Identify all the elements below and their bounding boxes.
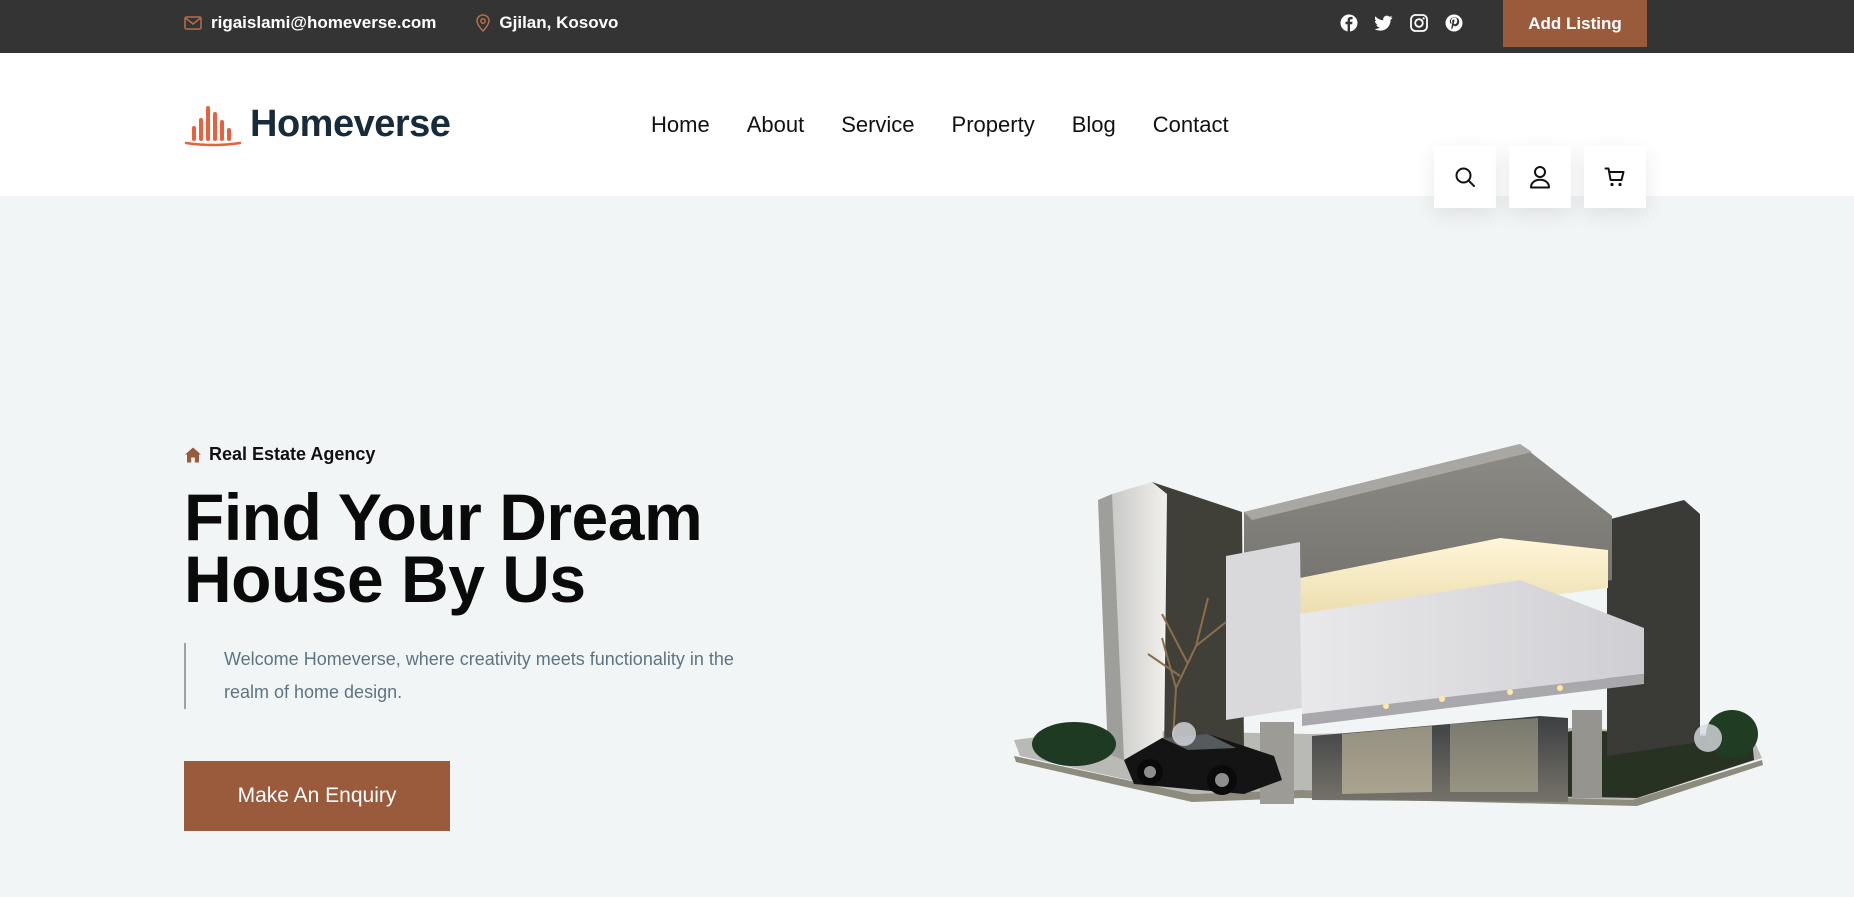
nav-service[interactable]: Service [841,112,914,138]
nav-property[interactable]: Property [952,112,1035,138]
home-icon [185,447,201,462]
logo[interactable]: Homeverse [184,53,451,196]
tagline-text: Real Estate Agency [209,444,376,464]
nav-home[interactable]: Home [651,112,710,138]
nav-contact[interactable]: Contact [1153,112,1229,138]
email-text: rigaislami@homeverse.com [211,12,437,32]
pinterest-icon[interactable] [1445,14,1463,32]
search-icon [1455,167,1475,187]
location-text: Gjilan, Kosovo [499,12,619,32]
twitter-icon[interactable] [1375,14,1393,32]
site-header: Homeverse Home About Service Property Bl… [0,53,1854,208]
logo-text: Homeverse [250,103,451,145]
make-enquiry-button[interactable]: Make An Enquiry [184,761,450,831]
logo-icon [184,105,242,146]
main-nav: Home About Service Property Blog Contact [651,53,1229,196]
house-image [1014,444,1763,806]
top-contact: rigaislami@homeverse.com Gjilan, Kosovo [184,0,618,45]
add-listing-button[interactable]: Add Listing [1503,0,1647,47]
tagline: Real Estate Agency [184,444,375,465]
nav-about[interactable]: About [747,112,805,138]
cart-icon [1604,167,1625,187]
top-bar: rigaislami@homeverse.com Gjilan, Kosovo … [0,0,1854,53]
hero-title-line2: House By Us [184,542,586,616]
nav-blog[interactable]: Blog [1072,112,1116,138]
facebook-icon[interactable] [1340,14,1358,32]
mail-icon [184,15,202,30]
email-link[interactable]: rigaislami@homeverse.com [184,13,436,33]
hero-title: Find Your Dream House By Us [184,484,703,612]
instagram-icon[interactable] [1410,13,1428,32]
location-pin-icon [476,13,491,32]
location-link[interactable]: Gjilan, Kosovo [476,13,618,33]
hero-section: Real Estate Agency Find Your Dream House… [0,196,1854,897]
user-icon [1530,166,1550,189]
hero-description: Welcome Homeverse, where creativity meet… [184,643,764,709]
social-links [1340,0,1463,45]
